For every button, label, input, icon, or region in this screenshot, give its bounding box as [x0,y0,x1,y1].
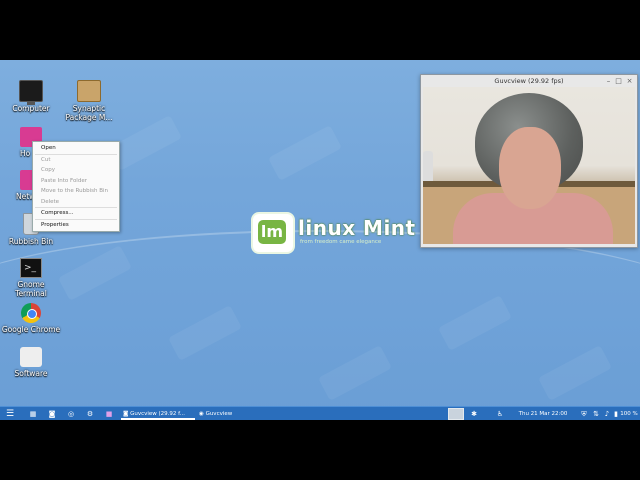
desktop-icon-label: Synaptic Package M... [65,104,113,122]
context-menu: Open Cut Copy Paste Into Folder Move to … [32,141,120,232]
clock[interactable]: Thu 21 Mar 22:00 [515,408,571,420]
background-bottles [423,151,433,181]
grid-icon[interactable]: ▦ [27,408,39,420]
minimize-button[interactable]: – [604,76,613,86]
menu-item-delete[interactable]: Delete [33,197,119,208]
battery-percentage: 100 % [620,411,638,417]
desktop-icon-label: Gnome Terminal [15,280,47,298]
shield-icon[interactable]: ⛨ [578,408,590,420]
maximize-button[interactable]: □ [614,76,623,86]
mint-badge-icon: lm [251,212,295,254]
menu-item-open[interactable]: Open [33,143,119,154]
camera-preview [423,87,635,244]
desktop-icon-software[interactable]: Software [1,347,61,378]
monitor-icon [19,80,43,105]
menu-item-cut[interactable]: Cut [33,155,119,166]
software-icon [20,347,42,367]
desktop-icon-synaptic[interactable]: Synaptic Package M... [59,80,119,122]
accessibility-icon[interactable]: ♿ [494,408,506,420]
logo-subtitle: from freedom came elegance [300,239,382,245]
menu-item-properties[interactable]: Properties [33,220,119,231]
taskbar: ☰ ▦ ◙ ◎ ⚙ ■ ◙ Guvcview (29.92 f... ◉ Guv… [0,406,640,420]
logo-title: linux Mint [298,216,416,240]
lifebuoy-icon[interactable]: ◎ [65,408,77,420]
desktop: Computer Synaptic Package M... Ho Netw R… [0,60,640,420]
gear-icon[interactable]: ⚙ [84,408,96,420]
package-icon [77,80,101,102]
desktop-icon-label: Software [14,369,48,378]
desktop-icon-computer[interactable]: Computer [1,80,61,113]
taskbar-task-guvcview[interactable]: ◉ Guvcview [197,408,271,420]
desktop-icon-chrome[interactable]: Google Chrome [1,303,61,334]
menu-icon[interactable]: ☰ [4,408,16,420]
menu-item-move-to-rubbish-bin[interactable]: Move to the Rubbish Bin [33,186,119,197]
desktop-icon-label: Rubbish Bin [8,237,54,246]
task-label: Guvcview [205,411,233,417]
background-wave [0,230,640,372]
desktop-icon-terminal[interactable]: >_ Gnome Terminal [1,258,61,298]
close-button[interactable]: × [625,76,634,86]
menu-item-compress[interactable]: Compress... [33,208,119,219]
menu-item-paste-into-folder[interactable]: Paste Into Folder [33,176,119,187]
guvcview-window[interactable]: Guvcview (29.92 fps) – □ × [420,74,638,248]
desktop-icon-label: Google Chrome [1,325,61,334]
task-label: Guvcview (29.92 f... [130,411,185,417]
background-arrow [267,125,343,181]
workspace-switcher[interactable] [448,408,464,420]
terminal-icon: >_ [20,258,42,278]
taskbar-task-guvcview-fps[interactable]: ◙ Guvcview (29.92 f... [121,408,195,420]
menu-item-copy[interactable]: Copy [33,165,119,176]
chrome-icon [21,303,41,323]
camera-icon[interactable]: ◙ [46,408,58,420]
notifications-icon[interactable]: ✱ [468,408,480,420]
desktop-icon-label: Computer [12,104,50,113]
person-face [499,127,561,209]
folder-icon[interactable]: ■ [103,408,115,420]
